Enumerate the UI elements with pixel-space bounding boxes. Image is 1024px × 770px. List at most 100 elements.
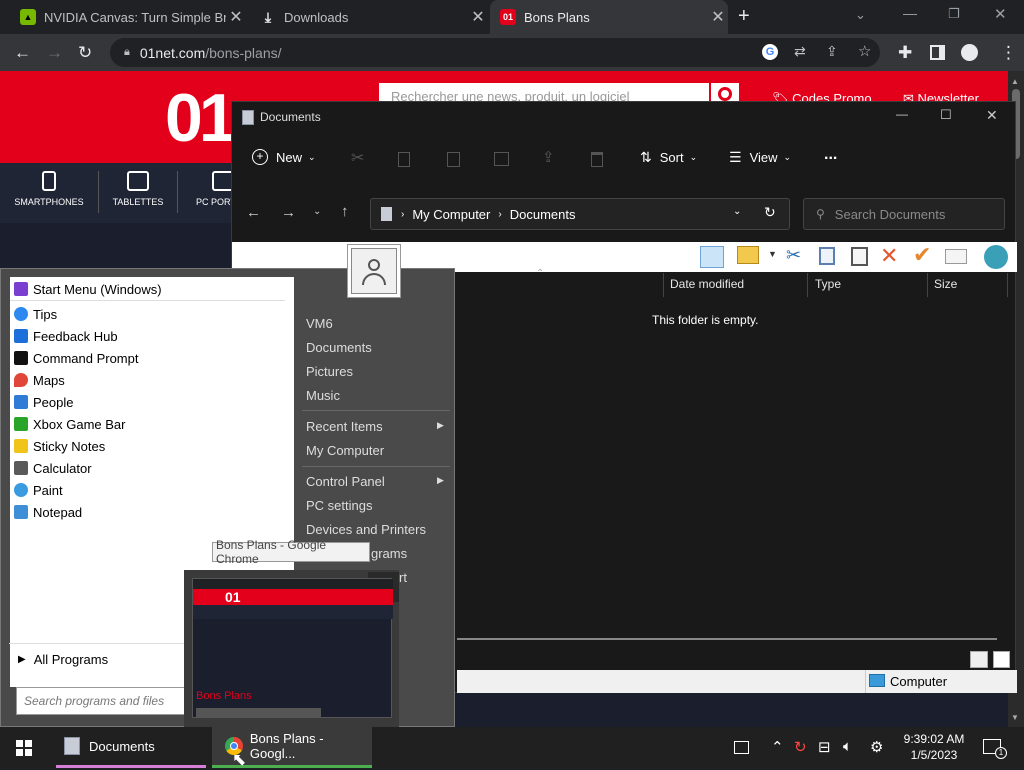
- copy-icon[interactable]: [819, 247, 835, 265]
- start-right-vm6[interactable]: VM6: [306, 316, 333, 331]
- start-right-documents[interactable]: Documents: [306, 340, 372, 355]
- clock[interactable]: 9:39:02 AM 1/5/2023: [898, 731, 970, 763]
- category-smartphones[interactable]: SMARTPHONES: [0, 171, 98, 207]
- new-tab-button[interactable]: +: [738, 5, 750, 28]
- start-right-help-support[interactable]: rt: [399, 570, 407, 585]
- start-right-my-computer[interactable]: My Computer: [306, 443, 384, 458]
- chrome-menu-icon[interactable]: ⋮: [1000, 43, 1017, 63]
- address-path[interactable]: › My Computer › Documents ⌄ ↻: [370, 198, 790, 230]
- site-logo[interactable]: 01: [165, 79, 237, 159]
- start-item-sticky-notes[interactable]: Sticky Notes: [14, 435, 105, 457]
- tab-search-icon[interactable]: ⌄: [855, 7, 866, 23]
- start-item-tips[interactable]: Tips: [14, 303, 57, 325]
- refresh-icon[interactable]: ↻: [764, 204, 776, 221]
- cut-icon[interactable]: ✂: [786, 245, 801, 266]
- all-programs-button[interactable]: ▶ All Programs: [18, 648, 108, 670]
- delete-icon[interactable]: [591, 152, 603, 167]
- start-item-calculator[interactable]: Calculator: [14, 457, 92, 479]
- breadcrumb-my-computer[interactable]: My Computer: [412, 207, 490, 222]
- profile-avatar-icon[interactable]: [961, 44, 978, 61]
- sync-alert-icon[interactable]: ↻: [794, 738, 807, 756]
- side-panel-icon[interactable]: [930, 45, 945, 60]
- address-bar[interactable]: 🔒︎ 01net.com/bons-plans/ G ⇄ ⇪ ☆: [110, 38, 880, 67]
- network-icon[interactable]: ⊟: [818, 738, 831, 756]
- breadcrumb-documents[interactable]: Documents: [510, 207, 576, 222]
- details-view-icon[interactable]: [970, 651, 988, 668]
- start-item-xbox-game-bar[interactable]: Xbox Game Bar: [14, 413, 126, 435]
- back-icon[interactable]: ←: [14, 43, 31, 63]
- path-dropdown-icon[interactable]: ⌄: [733, 206, 741, 217]
- start-item-paint[interactable]: Paint: [14, 479, 63, 501]
- google-icon[interactable]: G: [762, 44, 778, 60]
- tab-nvidia-canvas[interactable]: ▲ NVIDIA Canvas: Turn Simple Brus ✕: [8, 0, 246, 34]
- category-tablets[interactable]: TABLETTES: [89, 171, 187, 207]
- copy-icon[interactable]: [398, 152, 410, 167]
- column-date-modified[interactable]: Date modified: [670, 277, 744, 291]
- start-right-devices-printers[interactable]: Devices and Printers: [306, 522, 426, 537]
- start-right-recent-items[interactable]: Recent Items: [306, 419, 383, 434]
- checkmark-icon[interactable]: ✔: [913, 242, 931, 268]
- forward-icon[interactable]: →: [46, 43, 63, 63]
- start-right-default-programs[interactable]: grams: [371, 546, 407, 561]
- share-icon[interactable]: ⇪: [542, 148, 555, 166]
- up-icon[interactable]: ↑: [341, 203, 349, 220]
- tab-downloads[interactable]: ⤓ Downloads ✕: [248, 0, 488, 34]
- close-tab-icon[interactable]: ✕: [226, 7, 246, 27]
- more-options-button[interactable]: ...: [824, 146, 837, 164]
- taskbar-documents[interactable]: Documents: [56, 727, 206, 768]
- cut-icon[interactable]: ✂: [351, 148, 364, 168]
- bookmark-star-icon[interactable]: ☆: [858, 42, 871, 60]
- recent-locations-icon[interactable]: ⌄: [313, 206, 321, 217]
- rename-icon[interactable]: [494, 152, 509, 166]
- settings-gear-icon[interactable]: ⚙: [870, 738, 883, 756]
- show-hidden-icons-icon[interactable]: ⌃: [771, 738, 784, 756]
- start-item-command-prompt[interactable]: Command Prompt: [14, 347, 138, 369]
- forward-icon[interactable]: →: [281, 204, 296, 221]
- start-item-people[interactable]: People: [14, 391, 73, 413]
- start-item-start-menu[interactable]: Start Menu (Windows): [14, 278, 162, 300]
- delete-x-icon[interactable]: ✕: [880, 243, 898, 269]
- share-icon[interactable]: ⇪: [826, 43, 838, 60]
- extensions-icon[interactable]: ✚: [898, 43, 912, 63]
- news-widget-icon[interactable]: [734, 741, 749, 754]
- paste-icon[interactable]: [447, 152, 460, 167]
- minimize-icon[interactable]: —: [903, 5, 917, 21]
- close-icon[interactable]: ✕: [986, 107, 998, 124]
- column-type[interactable]: Type: [815, 277, 841, 291]
- volume-icon[interactable]: 🔈︎: [843, 738, 852, 755]
- new-button[interactable]: + New ⌄: [252, 149, 316, 165]
- shell-icon[interactable]: [984, 245, 1008, 269]
- start-right-pc-settings[interactable]: PC settings: [306, 498, 372, 513]
- large-icons-view-icon[interactable]: [993, 651, 1010, 668]
- taskbar-thumbnail-preview[interactable]: ✕ 01 Bons Plans: [184, 570, 399, 727]
- start-right-pictures[interactable]: Pictures: [306, 364, 353, 379]
- scroll-up-arrow-icon[interactable]: ▲: [1011, 77, 1019, 86]
- close-window-icon[interactable]: ✕: [994, 5, 1007, 23]
- paste-icon[interactable]: [851, 247, 868, 266]
- restore-icon[interactable]: ❐: [948, 6, 960, 22]
- folder-check-icon[interactable]: [737, 246, 759, 264]
- translate-icon[interactable]: ⇄: [794, 43, 806, 60]
- horizontal-scrollbar[interactable]: [457, 638, 997, 640]
- preview-pane-icon[interactable]: [700, 246, 724, 268]
- start-button[interactable]: [0, 727, 48, 768]
- scroll-down-arrow-icon[interactable]: ▼: [1011, 713, 1019, 722]
- close-tab-icon[interactable]: ✕: [468, 7, 488, 27]
- reload-icon[interactable]: ↻: [78, 43, 92, 63]
- sort-button[interactable]: ⇅ Sort ⌄: [640, 149, 697, 166]
- start-item-notepad[interactable]: Notepad: [14, 501, 82, 523]
- tab-bons-plans[interactable]: 01 Bons Plans ✕: [490, 0, 728, 34]
- start-right-music[interactable]: Music: [306, 388, 340, 403]
- view-button[interactable]: ☰ View ⌄: [729, 149, 791, 166]
- minimize-icon[interactable]: —: [896, 107, 908, 121]
- start-right-control-panel[interactable]: Control Panel: [306, 474, 385, 489]
- start-item-maps[interactable]: Maps: [14, 369, 65, 391]
- close-tab-icon[interactable]: ✕: [708, 7, 728, 27]
- back-icon[interactable]: ←: [246, 204, 261, 221]
- properties-icon[interactable]: [945, 249, 967, 264]
- user-picture[interactable]: [347, 244, 401, 298]
- column-size[interactable]: Size: [934, 277, 957, 291]
- explorer-search-input[interactable]: ⚲ Search Documents: [803, 198, 1005, 230]
- chevron-down-icon[interactable]: ▼: [768, 249, 777, 259]
- maximize-icon[interactable]: ☐: [940, 107, 952, 123]
